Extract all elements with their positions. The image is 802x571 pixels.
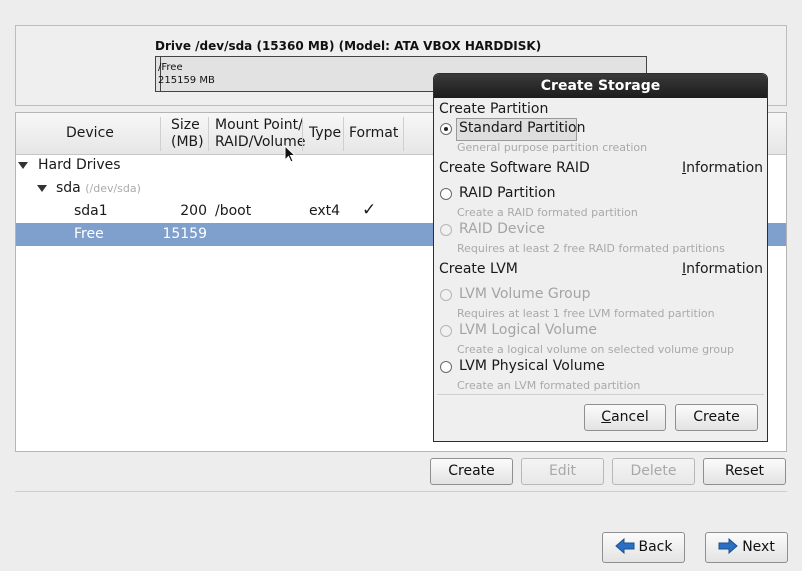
- raid-partition-label[interactable]: RAID Partition: [459, 185, 555, 201]
- lvm-logical-volume-label[interactable]: LVM Logical Volume: [459, 322, 597, 338]
- size-cell: 200: [180, 203, 207, 219]
- dialog-separator: [437, 394, 764, 395]
- tree-label: sda (/dev/sda): [56, 180, 141, 196]
- standard-partition-desc: General purpose partition creation: [457, 141, 648, 154]
- back-button[interactable]: Back: [602, 532, 685, 563]
- lvm-logical-volume-radio[interactable]: [440, 325, 452, 337]
- standard-partition-label[interactable]: Standard Partition: [459, 120, 586, 136]
- drive-segment-size: 215159 MB: [158, 75, 215, 86]
- dialog-create-button[interactable]: Create: [675, 404, 758, 431]
- lvm-volume-group-radio[interactable]: [440, 289, 452, 301]
- drive-segment-name: /Free: [158, 62, 183, 73]
- delete-button[interactable]: Delete: [612, 458, 695, 485]
- back-arrow-icon: [614, 537, 634, 555]
- mouse-pointer-icon: [284, 145, 297, 163]
- expander-down-icon[interactable]: [37, 185, 47, 192]
- create-button[interactable]: Create: [430, 458, 513, 485]
- dialog-title[interactable]: Create Storage: [434, 74, 767, 98]
- mount-cell: /boot: [215, 203, 252, 219]
- raid-device-label[interactable]: RAID Device: [459, 221, 545, 237]
- tree-label: Hard Drives: [38, 157, 121, 173]
- device-cell: sda1: [74, 203, 108, 219]
- next-arrow-icon: [718, 537, 738, 555]
- raid-partition-radio[interactable]: [440, 188, 452, 200]
- lvm-information-link[interactable]: Information: [682, 261, 763, 277]
- drive-title: Drive /dev/sda (15360 MB) (Model: ATA VB…: [155, 39, 542, 53]
- raid-information-link[interactable]: Information: [682, 160, 763, 176]
- create-storage-dialog: Create Storage Create Partition Standard…: [433, 73, 768, 442]
- format-check-icon: ✓: [362, 200, 377, 220]
- raid-device-desc: Requires at least 2 free RAID formated p…: [457, 242, 725, 255]
- expander-down-icon[interactable]: [18, 162, 28, 169]
- dialog-cancel-button[interactable]: Cancel: [584, 404, 666, 431]
- lvm-physical-volume-desc: Create an LVM formated partition: [457, 379, 641, 392]
- lvm-volume-group-label[interactable]: LVM Volume Group: [459, 286, 591, 302]
- lvm-physical-volume-radio[interactable]: [440, 361, 452, 373]
- lvm-volume-group-desc: Requires at least 1 free LVM formated pa…: [457, 307, 715, 320]
- raid-partition-desc: Create a RAID formated partition: [457, 206, 638, 219]
- lvm-physical-volume-label[interactable]: LVM Physical Volume: [459, 358, 605, 374]
- section-create-software-raid: Create Software RAID: [439, 160, 590, 176]
- column-header-size[interactable]: Size (MB): [161, 113, 209, 155]
- raid-device-radio[interactable]: [440, 224, 452, 236]
- reset-button[interactable]: Reset: [703, 458, 786, 485]
- column-header-format[interactable]: Format: [344, 113, 404, 155]
- edit-button[interactable]: Edit: [521, 458, 604, 485]
- section-create-partition: Create Partition: [439, 101, 549, 117]
- size-cell: 15159: [162, 226, 207, 242]
- device-path-note: (/dev/sda): [85, 182, 141, 195]
- section-create-lvm: Create LVM: [439, 261, 518, 277]
- standard-partition-radio[interactable]: [440, 123, 452, 135]
- separator: [15, 491, 787, 492]
- device-cell: Free: [74, 226, 104, 242]
- type-cell: ext4: [309, 203, 341, 219]
- lvm-logical-volume-desc: Create a logical volume on selected volu…: [457, 343, 735, 356]
- column-header-device[interactable]: Device: [16, 113, 161, 155]
- column-header-type[interactable]: Type: [303, 113, 344, 155]
- next-button[interactable]: Next: [705, 532, 788, 563]
